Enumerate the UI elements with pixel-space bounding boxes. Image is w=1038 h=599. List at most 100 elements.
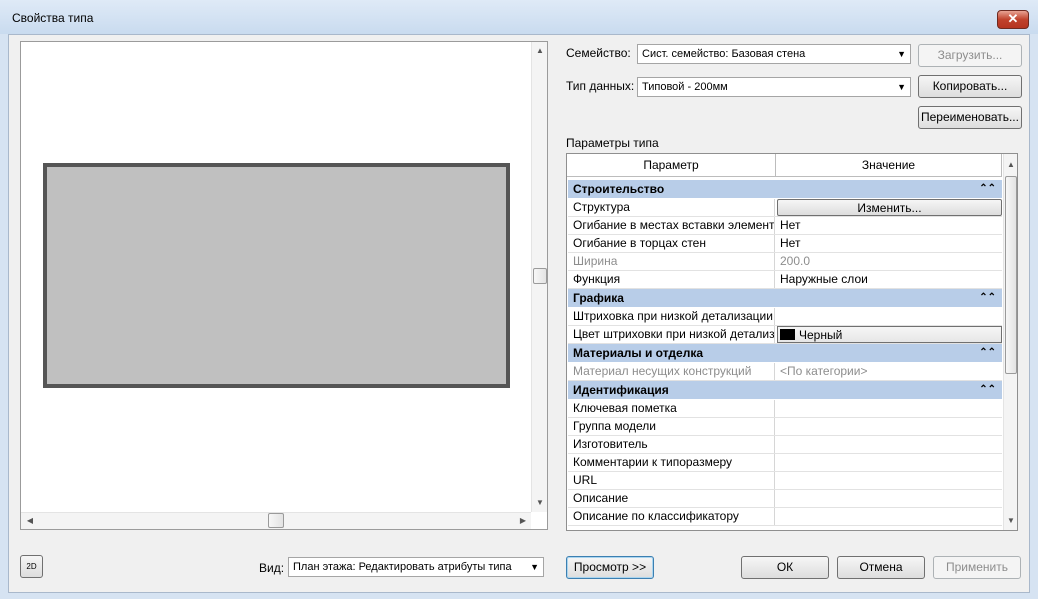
preview-button[interactable]: Просмотр >> [566,556,654,579]
group-title: Графика [573,291,624,305]
title-bar [0,0,1038,34]
group-header[interactable]: Идентификация ⌃⌃ [568,381,1002,399]
preview-vertical-scrollbar[interactable]: ▲ ▼ [531,42,547,512]
parameter-row[interactable]: Огибание в торцах стен Нет [568,235,1002,253]
ok-button[interactable]: ОК [741,556,829,579]
parameter-row[interactable]: Материал несущих конструкций <По категори… [568,363,1002,381]
column-header-value[interactable]: Значение [776,154,1002,177]
scroll-up-icon[interactable]: ▲ [1004,160,1017,170]
parameter-value[interactable]: Нет [777,217,1002,234]
parameter-name: Описание [568,490,775,507]
dropdown-icon: ▼ [530,562,539,572]
parameter-row[interactable]: Штриховка при низкой детализации [568,308,1002,326]
parameter-value[interactable] [777,454,1002,471]
parameter-row[interactable]: Огибание в местах вставки элемент Нет [568,217,1002,235]
parameter-row[interactable]: Ширина 200.0 [568,253,1002,271]
parameter-row[interactable]: Ключевая пометка [568,400,1002,418]
parameter-value[interactable] [777,308,1002,325]
type-select[interactable]: Типовой - 200мм ▼ [637,77,911,97]
edit-structure-button[interactable]: Изменить... [777,199,1002,216]
family-value: Сист. семейство: Базовая стена [642,48,806,60]
parameter-name: Материал несущих конструкций [568,363,775,380]
parameter-value[interactable] [777,490,1002,507]
parameter-value[interactable] [777,400,1002,417]
parameter-row[interactable]: Изготовитель [568,436,1002,454]
parameter-value[interactable] [777,472,1002,489]
parameter-row[interactable]: URL [568,472,1002,490]
parameter-value[interactable] [777,418,1002,435]
group-header[interactable]: Материалы и отделка ⌃⌃ [568,344,1002,362]
scroll-thumb[interactable] [1005,176,1017,374]
parameter-name: Ключевая пометка [568,400,775,417]
scroll-down-icon[interactable]: ▼ [1004,516,1017,526]
parameter-row[interactable]: Описание по классификатору [568,508,1002,526]
parameter-value[interactable]: <По категории> [777,363,1002,380]
group-title: Строительство [573,182,665,196]
parameter-name: Ширина [568,253,775,270]
parameter-value[interactable] [777,436,1002,453]
scroll-left-icon[interactable]: ◀ [24,516,36,526]
parameter-row[interactable]: Цвет штриховки при низкой детализ Черный [568,326,1002,344]
type-label: Тип данных: [566,79,635,93]
group-header[interactable]: Строительство ⌃⌃ [568,180,1002,198]
scroll-thumb[interactable] [533,268,547,284]
parameter-row[interactable]: Описание [568,490,1002,508]
color-name: Черный [799,328,843,342]
scroll-right-icon[interactable]: ▶ [517,516,529,526]
parameter-name: Комментарии к типоразмеру [568,454,775,471]
parameter-value[interactable]: Наружные слои [777,271,1002,288]
view-toggle-label: 2D [26,562,37,571]
color-swatch [780,329,795,340]
parameter-name: Огибание в местах вставки элемент [568,217,775,234]
collapse-icon[interactable]: ⌃⌃ [979,344,996,362]
column-header-parameter[interactable]: Параметр [567,154,776,177]
view-value: План этажа: Редактировать атрибуты типа [293,561,512,573]
grid-vertical-scrollbar[interactable]: ▲ ▼ [1003,154,1017,530]
parameter-value[interactable]: Нет [777,235,1002,252]
group-title: Материалы и отделка [573,346,704,360]
type-parameters-label: Параметры типа [566,136,659,150]
collapse-icon[interactable]: ⌃⌃ [979,180,996,198]
family-label: Семейство: [566,46,631,60]
apply-button[interactable]: Применить [933,556,1021,579]
parameter-name: URL [568,472,775,489]
parameter-name: Описание по классификатору [568,508,775,525]
duplicate-button[interactable]: Копировать... [918,75,1022,98]
load-button[interactable]: Загрузить... [918,44,1022,67]
parameter-name: Группа модели [568,418,775,435]
parameter-name: Штриховка при низкой детализации [568,308,775,325]
parameter-value[interactable]: 200.0 [777,253,1002,270]
preview-horizontal-scrollbar[interactable]: ◀ ▶ [21,512,531,529]
scroll-down-icon[interactable]: ▼ [532,498,548,508]
parameter-row[interactable]: Структура Изменить... [568,199,1002,217]
parameter-row[interactable]: Комментарии к типоразмеру [568,454,1002,472]
type-parameters-grid[interactable]: Параметр Значение Строительство ⌃⌃ Структу… [566,153,1018,531]
scroll-up-icon[interactable]: ▲ [532,46,548,56]
collapse-icon[interactable]: ⌃⌃ [979,381,996,399]
dropdown-icon: ▼ [897,49,906,59]
parameter-row[interactable]: Группа модели [568,418,1002,436]
parameter-name: Цвет штриховки при низкой детализ [568,326,775,343]
window-title: Свойства типа [12,11,94,25]
view-toggle-2d-icon[interactable]: 2D [20,555,43,578]
group-title: Идентификация [573,383,669,397]
scroll-thumb-horizontal[interactable] [268,513,284,528]
parameter-name: Огибание в торцах стен [568,235,775,252]
cancel-button[interactable]: Отмена [837,556,925,579]
wall-section-preview [43,163,510,388]
type-value: Типовой - 200мм [642,81,728,93]
color-value[interactable]: Черный [777,326,1002,343]
view-label: Вид: [259,561,285,575]
parameter-value[interactable] [777,508,1002,525]
view-select[interactable]: План этажа: Редактировать атрибуты типа … [288,557,544,577]
dropdown-icon: ▼ [897,82,906,92]
parameter-row[interactable]: Функция Наружные слои [568,271,1002,289]
parameter-name: Структура [568,199,775,216]
parameter-name: Изготовитель [568,436,775,453]
rename-button[interactable]: Переименовать... [918,106,1022,129]
group-header[interactable]: Графика ⌃⌃ [568,289,1002,307]
collapse-icon[interactable]: ⌃⌃ [979,289,996,307]
close-button[interactable]: ✕ [997,10,1029,29]
family-select[interactable]: Сист. семейство: Базовая стена ▼ [637,44,911,64]
parameter-name: Функция [568,271,775,288]
